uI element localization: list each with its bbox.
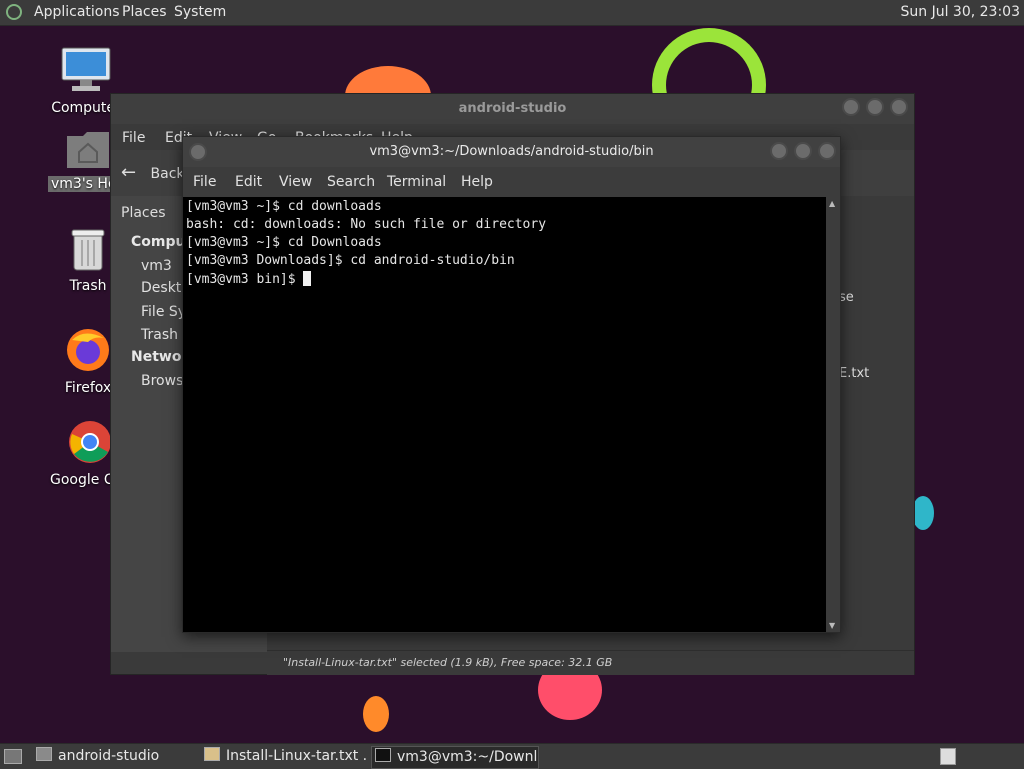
minimize-button[interactable] (842, 98, 860, 116)
menu-help[interactable]: Help (461, 174, 493, 190)
system-menu[interactable]: System (174, 4, 226, 20)
task-label: vm3@vm3:~/Downl... (397, 749, 539, 765)
sidebar-item-trash[interactable]: Trash (141, 327, 178, 343)
chrome-icon (69, 421, 111, 463)
distro-logo-icon[interactable] (6, 4, 22, 20)
terminal-window: vm3@vm3:~/Downloads/android-studio/bin F… (182, 136, 841, 633)
firefox-icon (67, 329, 109, 371)
monitor-icon (61, 47, 111, 91)
sidebar-item-home[interactable]: vm3 (141, 258, 172, 274)
minimize-button[interactable] (770, 142, 788, 160)
window-title: android-studio (458, 101, 567, 116)
workspace-switcher-icon[interactable] (940, 748, 956, 765)
window-controls (764, 142, 836, 164)
menu-terminal[interactable]: Terminal (387, 174, 446, 190)
task-label: android-studio (58, 748, 160, 764)
terminal-line: [vm3@vm3 ~]$ cd downloads (186, 199, 382, 214)
taskbar: android-studio Install-Linux-tar.txt ...… (0, 743, 1024, 769)
file-label[interactable]: E.txt (839, 366, 869, 381)
scroll-up-arrow-icon[interactable]: ▲ (829, 199, 835, 208)
file-manager-titlebar[interactable]: android-studio (111, 94, 914, 124)
menu-view[interactable]: View (279, 174, 312, 190)
status-text: "Install-Linux-tar.txt" selected (1.9 kB… (283, 656, 613, 669)
scroll-down-arrow-icon[interactable]: ▼ (829, 621, 835, 630)
terminal-line: bash: cd: downloads: No such file or dir… (186, 217, 547, 232)
folder-icon (36, 747, 52, 761)
sidebar-dropdown[interactable]: Places (121, 205, 166, 221)
menu-file[interactable]: File (122, 130, 145, 146)
show-desktop-icon[interactable] (4, 749, 22, 764)
window-controls (836, 98, 908, 120)
menu-search[interactable]: Search (327, 174, 375, 190)
file-label[interactable]: se (839, 290, 854, 305)
back-arrow-icon: ← (121, 162, 137, 183)
task-label: Install-Linux-tar.txt ... (226, 748, 368, 764)
text-editor-icon (204, 747, 220, 761)
wallpaper-teal-dot (912, 496, 934, 530)
clock[interactable]: Sun Jul 30, 23:03 (901, 4, 1021, 20)
terminal-scrollbar[interactable]: ▲ ▼ (826, 197, 840, 632)
terminal-line: [vm3@vm3 Downloads]$ cd android-studio/b… (186, 253, 515, 268)
terminal-icon (375, 748, 391, 762)
terminal-titlebar[interactable]: vm3@vm3:~/Downloads/android-studio/bin (183, 137, 840, 167)
close-button[interactable] (890, 98, 908, 116)
maximize-button[interactable] (794, 142, 812, 160)
file-manager-statusbar: "Install-Linux-tar.txt" selected (1.9 kB… (267, 650, 914, 675)
close-button[interactable] (818, 142, 836, 160)
window-menu-icon[interactable] (189, 143, 207, 161)
home-folder-icon (67, 132, 109, 168)
menu-file[interactable]: File (193, 174, 216, 190)
maximize-button[interactable] (866, 98, 884, 116)
back-button[interactable]: ← Back (121, 162, 185, 183)
back-label: Back (150, 166, 185, 182)
places-menu[interactable]: Places (122, 4, 167, 20)
terminal-prompt-line: [vm3@vm3 bin]$ (186, 271, 312, 287)
terminal-prompt: [vm3@vm3 bin]$ (186, 272, 304, 287)
desktop-icon-label: Firefox (64, 380, 112, 396)
wallpaper-orange-dot (363, 696, 389, 732)
text-cursor (303, 271, 312, 286)
task-button-file-manager[interactable]: android-studio (36, 746, 196, 767)
trash-icon (71, 229, 105, 271)
menu-edit[interactable]: Edit (235, 174, 262, 190)
terminal-screen[interactable]: [vm3@vm3 ~]$ cd downloads bash: cd: down… (183, 197, 826, 632)
terminal-title: vm3@vm3:~/Downloads/android-studio/bin (369, 144, 654, 159)
top-panel: Applications Places System Sun Jul 30, 2… (0, 0, 1024, 26)
task-button-terminal[interactable]: vm3@vm3:~/Downl... (371, 746, 539, 769)
desktop-icon-label: Trash (69, 278, 107, 294)
terminal-line: [vm3@vm3 ~]$ cd Downloads (186, 235, 382, 250)
task-button-text-editor[interactable]: Install-Linux-tar.txt ... (204, 746, 368, 767)
applications-menu[interactable]: Applications (34, 4, 120, 20)
terminal-menubar: File Edit View Search Terminal Help (183, 167, 840, 197)
